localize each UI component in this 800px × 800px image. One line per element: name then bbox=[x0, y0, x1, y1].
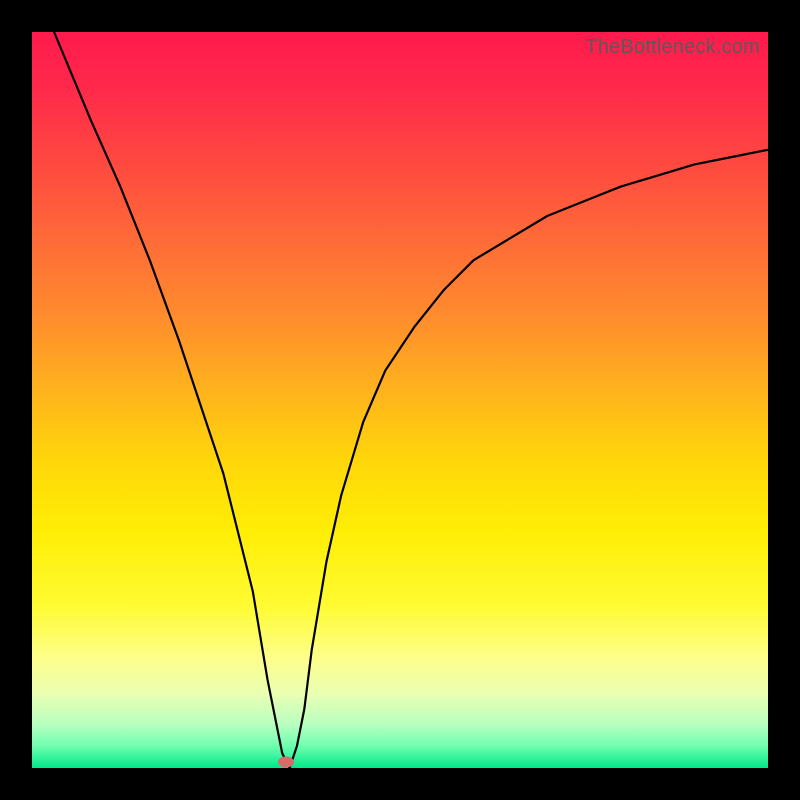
bottleneck-curve bbox=[54, 32, 768, 768]
curve-svg bbox=[32, 32, 768, 768]
plot-area: TheBottleneck.com bbox=[32, 32, 768, 768]
optimum-marker bbox=[278, 757, 294, 768]
chart-frame: TheBottleneck.com bbox=[0, 0, 800, 800]
